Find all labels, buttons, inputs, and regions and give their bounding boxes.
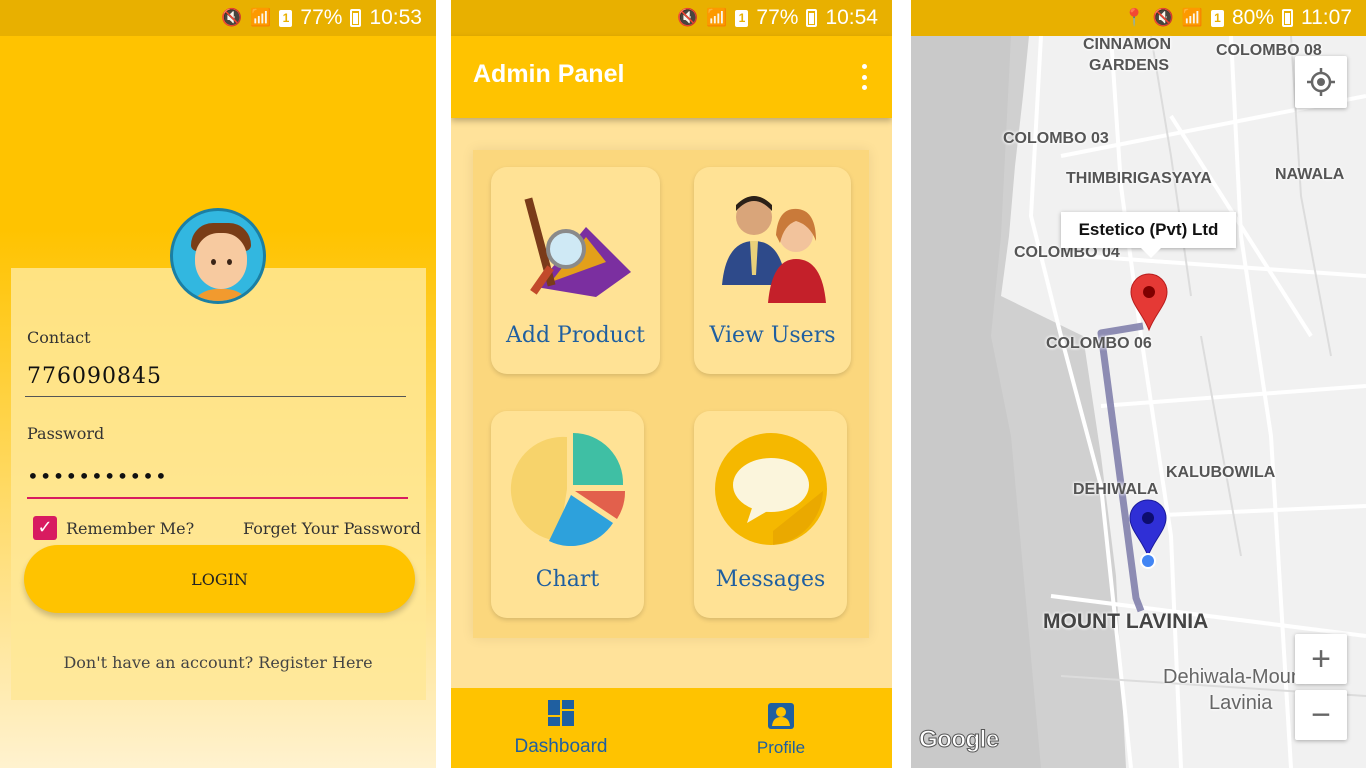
contact-underline xyxy=(25,396,406,397)
tile-label: Messages xyxy=(715,567,826,592)
map-view[interactable]: CINNAMON GARDENS COLOMBO 08 COLOMBO 03 T… xyxy=(911,36,1366,768)
add-product-tile[interactable]: Add Product xyxy=(491,167,660,374)
place-label: DEHIWALA xyxy=(1073,481,1159,498)
users-icon xyxy=(722,196,826,303)
view-users-tile[interactable]: View Users xyxy=(694,167,851,374)
dashboard-icon xyxy=(548,700,574,726)
place-label: COLOMBO 06 xyxy=(1046,335,1152,352)
remember-checkbox[interactable]: ✓ xyxy=(33,516,57,540)
pie-chart-icon xyxy=(510,432,626,547)
sim-icon: 1 xyxy=(279,9,293,27)
nav-label: Dashboard xyxy=(514,736,608,757)
tile-label: Chart xyxy=(535,567,600,592)
login-screen: 🔇 📶 1 77% 10:53 Contact 776090845 Passwo… xyxy=(0,0,436,768)
login-button[interactable]: LOGIN xyxy=(24,545,415,613)
remember-label[interactable]: Remember Me? xyxy=(66,519,194,538)
battery-percent: 77% xyxy=(756,6,799,29)
chart-tile[interactable]: Chart xyxy=(491,411,644,618)
mute-icon: 🔇 xyxy=(221,8,243,27)
battery-icon xyxy=(1282,9,1293,27)
status-bar: 🔇 📶 1 77% 10:54 xyxy=(451,0,892,36)
nav-profile[interactable]: Profile xyxy=(706,688,856,768)
password-field[interactable]: ••••••••••• xyxy=(27,464,168,488)
app-bar: Admin Panel xyxy=(451,36,892,118)
marker-info-window[interactable]: Estetico (Pvt) Ltd xyxy=(1061,212,1236,258)
crosshair-icon xyxy=(1307,68,1335,96)
password-underline xyxy=(27,497,408,499)
my-location-button[interactable] xyxy=(1295,56,1347,108)
status-bar: 🔇 📶 1 77% 10:53 xyxy=(0,0,436,36)
password-label: Password xyxy=(27,424,105,443)
status-bar: 📍 🔇 📶 1 80% 11:07 xyxy=(911,0,1366,36)
google-logo: Google xyxy=(919,726,1000,754)
avatar-eye xyxy=(211,259,216,265)
map-screen: 📍 🔇 📶 1 80% 11:07 CINNAMON GARDENS COLOM… xyxy=(911,0,1366,768)
status-time: 10:54 xyxy=(825,6,878,29)
register-link[interactable]: Don't have an account? Register Here xyxy=(0,653,436,672)
place-label: THIMBIRIGASYAYA xyxy=(1066,170,1212,187)
overflow-menu-icon[interactable] xyxy=(860,64,868,90)
contact-field[interactable]: 776090845 xyxy=(27,364,162,389)
forgot-password-link[interactable]: Forget Your Password xyxy=(243,519,421,538)
zoom-out-button[interactable]: − xyxy=(1295,690,1347,740)
destination-marker-icon[interactable] xyxy=(1129,272,1169,332)
place-label: KALUBOWILA xyxy=(1166,464,1276,481)
place-label: Lavinia xyxy=(1209,692,1273,714)
wifi-icon: 📶 xyxy=(250,8,272,27)
status-time: 10:53 xyxy=(369,6,422,29)
sim-icon: 1 xyxy=(1210,9,1224,27)
message-icon xyxy=(715,433,827,545)
admin-screen: 🔇 📶 1 77% 10:54 Admin Panel Add Product xyxy=(451,0,892,768)
mute-icon: 🔇 xyxy=(677,8,699,27)
product-icon xyxy=(524,197,631,297)
sim-icon: 1 xyxy=(735,9,749,27)
bottom-navigation: Dashboard Profile xyxy=(451,688,892,768)
status-time: 11:07 xyxy=(1301,6,1352,29)
wifi-icon: 📶 xyxy=(706,8,728,27)
place-label: Dehiwala-Mount xyxy=(1163,666,1308,688)
mute-icon: 🔇 xyxy=(1152,8,1174,27)
battery-percent: 77% xyxy=(300,6,343,29)
battery-percent: 80% xyxy=(1231,6,1274,29)
avatar xyxy=(170,208,266,304)
tile-label: Add Product xyxy=(505,323,646,348)
messages-tile[interactable]: Messages xyxy=(694,411,847,618)
tile-label: View Users xyxy=(709,323,836,348)
battery-icon xyxy=(350,9,362,27)
nav-dashboard[interactable]: Dashboard xyxy=(486,688,636,768)
place-label: MOUNT LAVINIA xyxy=(1043,610,1209,633)
location-icon: 📍 xyxy=(1123,8,1145,27)
battery-icon xyxy=(806,9,818,27)
nav-label: Profile xyxy=(756,738,806,757)
wifi-icon: 📶 xyxy=(1181,8,1203,27)
place-label: GARDENS xyxy=(1089,57,1170,74)
avatar-eye xyxy=(227,259,232,265)
place-label: COLOMBO 03 xyxy=(1003,130,1109,147)
zoom-in-button[interactable]: + xyxy=(1295,634,1347,684)
place-label: NAWALA xyxy=(1275,166,1345,183)
place-label: CINNAMON xyxy=(1083,36,1171,53)
page-title: Admin Panel xyxy=(473,60,625,88)
current-location-marker-icon[interactable] xyxy=(1128,498,1168,558)
profile-icon xyxy=(768,703,794,729)
avatar-face xyxy=(195,233,247,289)
contact-label: Contact xyxy=(27,328,91,347)
my-location-dot xyxy=(1140,553,1156,569)
